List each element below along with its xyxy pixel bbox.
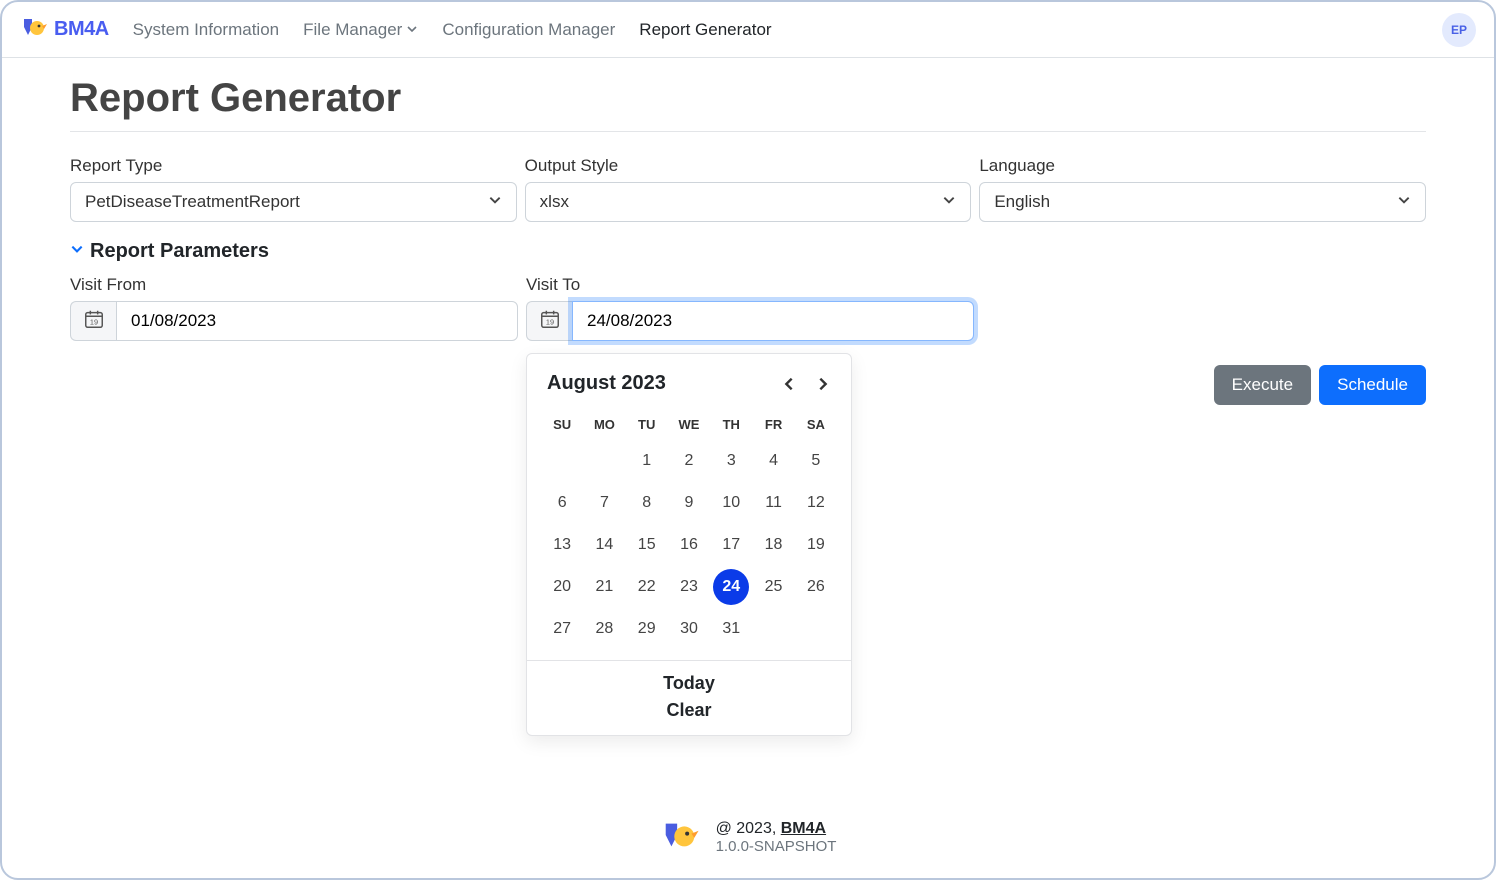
language-label: Language — [979, 156, 1426, 176]
report-type-select[interactable]: PetDiseaseTreatmentReport — [70, 182, 517, 222]
avatar[interactable]: EP — [1442, 13, 1476, 47]
datepicker-clear-button[interactable]: Clear — [666, 700, 711, 721]
datepicker-day[interactable]: 14 — [583, 524, 625, 566]
datepicker-day[interactable]: 8 — [626, 482, 668, 524]
datepicker-day[interactable]: 31 — [710, 608, 752, 650]
datepicker-empty-cell — [583, 440, 625, 482]
datepicker-day[interactable]: 7 — [583, 482, 625, 524]
visit-from-input[interactable] — [116, 301, 518, 341]
datepicker-day[interactable]: 9 — [668, 482, 710, 524]
datepicker-day[interactable]: 25 — [752, 566, 794, 608]
datepicker-day[interactable]: 4 — [752, 440, 794, 482]
datepicker-next-button[interactable] — [815, 376, 831, 392]
chevron-down-icon — [488, 192, 502, 212]
visit-to-calendar-button[interactable]: 19 — [526, 301, 572, 341]
report-type-label: Report Type — [70, 156, 517, 176]
datepicker-day[interactable]: 17 — [710, 524, 752, 566]
datepicker-day[interactable]: 13 — [541, 524, 583, 566]
datepicker-dow: SA — [795, 409, 837, 440]
svg-text:19: 19 — [89, 317, 97, 326]
chevron-down-icon — [1397, 192, 1411, 212]
nav-items: System Information File Manager Configur… — [133, 20, 772, 40]
schedule-button[interactable]: Schedule — [1319, 365, 1426, 405]
nav-system-information[interactable]: System Information — [133, 20, 279, 40]
brand-text: BM4A — [54, 18, 109, 41]
chevron-down-icon — [70, 242, 84, 261]
output-style-select[interactable]: xlsx — [525, 182, 972, 222]
footer-copyright: @ 2023, BM4A — [716, 820, 837, 838]
nav-file-manager[interactable]: File Manager — [303, 20, 418, 40]
footer-version: 1.0.0-SNAPSHOT — [716, 838, 837, 855]
visit-from-label: Visit From — [70, 275, 518, 295]
datepicker-dow: TH — [710, 409, 752, 440]
report-parameters-title: Report Parameters — [90, 240, 269, 263]
datepicker-dow: FR — [752, 409, 794, 440]
datepicker-day[interactable]: 12 — [795, 482, 837, 524]
page-title: Report Generator — [70, 76, 1426, 121]
top-nav: BM4A System Information File Manager Con… — [2, 2, 1494, 58]
visit-from-calendar-button[interactable]: 19 — [70, 301, 116, 341]
nav-configuration-manager[interactable]: Configuration Manager — [442, 20, 615, 40]
datepicker-day[interactable]: 10 — [710, 482, 752, 524]
datepicker-day[interactable]: 29 — [626, 608, 668, 650]
svg-text:19: 19 — [545, 317, 553, 326]
chevron-down-icon — [942, 192, 956, 212]
brand-icon — [20, 13, 48, 46]
datepicker-dow: WE — [668, 409, 710, 440]
footer-logo-icon — [660, 815, 700, 860]
datepicker-day[interactable]: 28 — [583, 608, 625, 650]
datepicker-day[interactable]: 20 — [541, 566, 583, 608]
execute-button[interactable]: Execute — [1214, 365, 1311, 405]
datepicker-day[interactable]: 21 — [583, 566, 625, 608]
language-select[interactable]: English — [979, 182, 1426, 222]
datepicker-popup: August 2023 SUMOTUWETHFRSA12345678910111… — [526, 353, 852, 736]
datepicker-day[interactable]: 22 — [626, 566, 668, 608]
output-style-label: Output Style — [525, 156, 972, 176]
datepicker-today-button[interactable]: Today — [663, 673, 715, 694]
calendar-icon: 19 — [539, 308, 561, 335]
datepicker-day[interactable]: 1 — [626, 440, 668, 482]
datepicker-prev-button[interactable] — [781, 376, 797, 392]
datepicker-dow: SU — [541, 409, 583, 440]
datepicker-day[interactable]: 26 — [795, 566, 837, 608]
footer-brand-link[interactable]: BM4A — [781, 820, 826, 837]
datepicker-day[interactable]: 11 — [752, 482, 794, 524]
divider — [70, 131, 1426, 132]
datepicker-dow: TU — [626, 409, 668, 440]
visit-to-label: Visit To — [526, 275, 974, 295]
page-footer: @ 2023, BM4A 1.0.0-SNAPSHOT — [2, 815, 1494, 860]
datepicker-day[interactable]: 23 — [668, 566, 710, 608]
calendar-icon: 19 — [83, 308, 105, 335]
datepicker-day[interactable]: 15 — [626, 524, 668, 566]
datepicker-day[interactable]: 19 — [795, 524, 837, 566]
visit-to-input[interactable] — [572, 301, 974, 341]
datepicker-day[interactable]: 16 — [668, 524, 710, 566]
datepicker-day[interactable]: 6 — [541, 482, 583, 524]
datepicker-day[interactable]: 30 — [668, 608, 710, 650]
datepicker-day[interactable]: 5 — [795, 440, 837, 482]
datepicker-day[interactable]: 18 — [752, 524, 794, 566]
chevron-down-icon — [406, 20, 418, 40]
datepicker-dow: MO — [583, 409, 625, 440]
datepicker-day[interactable]: 3 — [710, 440, 752, 482]
datepicker-empty-cell — [541, 440, 583, 482]
datepicker-day[interactable]: 2 — [668, 440, 710, 482]
datepicker-month-label[interactable]: August 2023 — [547, 372, 781, 395]
nav-report-generator[interactable]: Report Generator — [639, 20, 771, 40]
datepicker-grid: SUMOTUWETHFRSA12345678910111213141516171… — [527, 405, 851, 660]
report-parameters-toggle[interactable]: Report Parameters — [70, 240, 1426, 263]
datepicker-day[interactable]: 27 — [541, 608, 583, 650]
datepicker-day[interactable]: 24 — [710, 566, 752, 608]
brand[interactable]: BM4A — [20, 13, 109, 46]
